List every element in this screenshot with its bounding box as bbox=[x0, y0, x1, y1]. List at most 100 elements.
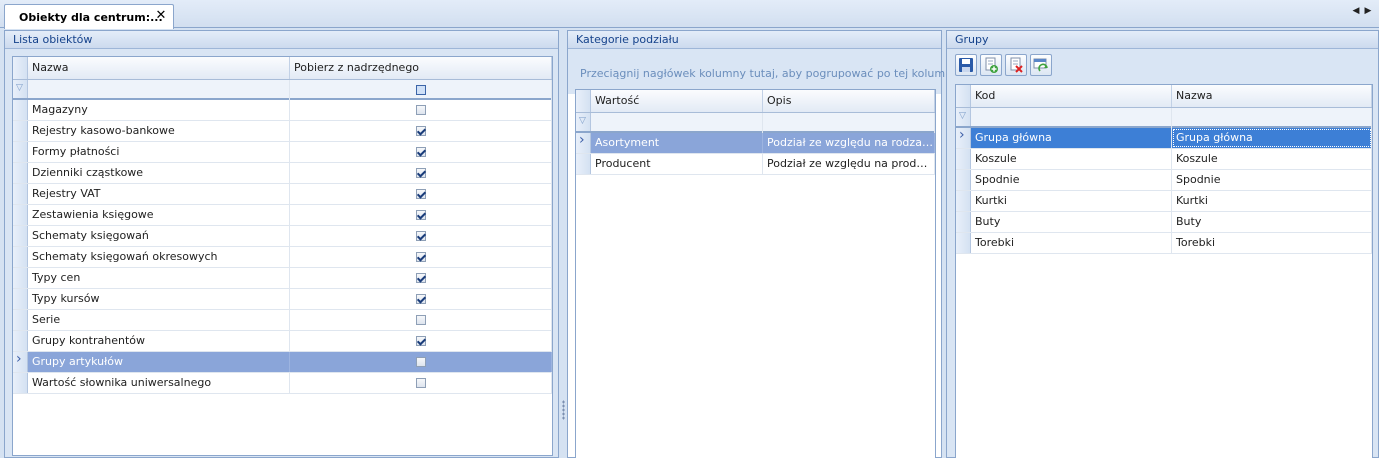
filter-icon[interactable]: ▽ bbox=[959, 111, 966, 121]
pobierz-checkbox[interactable] bbox=[415, 105, 426, 115]
pobierz-checkbox[interactable] bbox=[415, 126, 426, 136]
object-name-cell[interactable]: Zestawienia księgowe bbox=[28, 205, 290, 225]
group-nazwa-cell[interactable]: Kurtki bbox=[1172, 191, 1372, 211]
object-name-cell[interactable]: Formy płatności bbox=[28, 142, 290, 162]
column-header-nazwa[interactable]: Nazwa bbox=[1172, 85, 1372, 107]
pobierz-checkbox[interactable] bbox=[415, 252, 426, 262]
row-indicator[interactable]: › bbox=[576, 133, 591, 153]
group-nazwa-cell[interactable]: Koszule bbox=[1172, 149, 1372, 169]
group-kod-cell[interactable]: Kurtki bbox=[971, 191, 1172, 211]
pobierz-cell[interactable] bbox=[290, 247, 552, 267]
object-name-cell[interactable]: Grupy artykułów bbox=[28, 352, 290, 372]
table-row[interactable]: Torebki Torebki bbox=[956, 233, 1372, 254]
row-indicator[interactable] bbox=[956, 212, 971, 232]
pobierz-checkbox[interactable] bbox=[415, 147, 426, 157]
table-row[interactable]: Spodnie Spodnie bbox=[956, 170, 1372, 191]
row-indicator[interactable]: › bbox=[956, 128, 971, 148]
pobierz-cell[interactable] bbox=[290, 373, 552, 393]
group-kod-cell[interactable]: Spodnie bbox=[971, 170, 1172, 190]
table-row[interactable]: › Grupa główna Grupa główna bbox=[956, 128, 1372, 149]
document-tab[interactable]: Obiekty dla centrum:... ✕ bbox=[4, 4, 174, 29]
group-kod-cell[interactable]: Grupa główna bbox=[971, 128, 1172, 148]
row-indicator[interactable] bbox=[13, 163, 28, 183]
pobierz-cell[interactable] bbox=[290, 142, 552, 162]
pobierz-checkbox[interactable] bbox=[415, 231, 426, 241]
pobierz-cell[interactable] bbox=[290, 352, 552, 372]
object-name-cell[interactable]: Typy cen bbox=[28, 268, 290, 288]
pobierz-cell[interactable] bbox=[290, 310, 552, 330]
close-icon[interactable]: ✕ bbox=[154, 8, 168, 24]
pobierz-cell[interactable] bbox=[290, 184, 552, 204]
table-row[interactable]: Grupy kontrahentów bbox=[13, 331, 552, 352]
object-name-cell[interactable]: Rejestry VAT bbox=[28, 184, 290, 204]
table-row[interactable]: Dzienniki cząstkowe bbox=[13, 163, 552, 184]
filter-cell-pobierz[interactable] bbox=[290, 80, 552, 100]
row-indicator[interactable] bbox=[956, 191, 971, 211]
row-indicator[interactable] bbox=[956, 149, 971, 169]
object-name-cell[interactable]: Wartość słownika uniwersalnego bbox=[28, 373, 290, 393]
pobierz-cell[interactable] bbox=[290, 289, 552, 309]
table-row[interactable]: Magazyny bbox=[13, 100, 552, 121]
table-row[interactable]: Buty Buty bbox=[956, 212, 1372, 233]
group-nazwa-cell[interactable]: Spodnie bbox=[1172, 170, 1372, 190]
pobierz-checkbox[interactable] bbox=[415, 294, 426, 304]
row-indicator[interactable] bbox=[13, 184, 28, 204]
table-row[interactable]: Kurtki Kurtki bbox=[956, 191, 1372, 212]
column-header-nazwa[interactable]: Nazwa bbox=[28, 57, 290, 79]
row-indicator[interactable] bbox=[956, 233, 971, 253]
pobierz-checkbox[interactable] bbox=[415, 210, 426, 220]
table-row[interactable]: Koszule Koszule bbox=[956, 149, 1372, 170]
table-row[interactable]: Zestawienia księgowe bbox=[13, 205, 552, 226]
object-name-cell[interactable]: Schematy księgowań okresowych bbox=[28, 247, 290, 267]
group-nazwa-cell[interactable]: Buty bbox=[1172, 212, 1372, 232]
object-name-cell[interactable]: Typy kursów bbox=[28, 289, 290, 309]
refresh-button[interactable] bbox=[1030, 54, 1052, 76]
table-row[interactable]: Producent Podział ze względu na producen.… bbox=[576, 154, 935, 175]
scroll-left-icon[interactable]: ◀ bbox=[1351, 6, 1361, 16]
table-row[interactable]: Typy cen bbox=[13, 268, 552, 289]
category-desc-cell[interactable]: Podział ze względu na rodzaj ar... bbox=[763, 133, 935, 153]
group-kod-cell[interactable]: Torebki bbox=[971, 233, 1172, 253]
pobierz-checkbox[interactable] bbox=[415, 315, 426, 325]
group-kod-cell[interactable]: Buty bbox=[971, 212, 1172, 232]
category-desc-cell[interactable]: Podział ze względu na producen... bbox=[763, 154, 935, 174]
pobierz-cell[interactable] bbox=[290, 121, 552, 141]
object-name-cell[interactable]: Dzienniki cząstkowe bbox=[28, 163, 290, 183]
table-row[interactable]: Schematy księgowań okresowych bbox=[13, 247, 552, 268]
pobierz-checkbox[interactable] bbox=[415, 273, 426, 283]
row-indicator[interactable] bbox=[13, 205, 28, 225]
group-kod-cell[interactable]: Koszule bbox=[971, 149, 1172, 169]
filter-icon[interactable]: ▽ bbox=[579, 116, 586, 126]
row-indicator[interactable] bbox=[13, 142, 28, 162]
pobierz-checkbox[interactable] bbox=[415, 168, 426, 178]
row-indicator[interactable] bbox=[576, 154, 591, 174]
row-indicator[interactable] bbox=[13, 226, 28, 246]
row-indicator[interactable] bbox=[13, 121, 28, 141]
filter-cell-nazwa[interactable] bbox=[1172, 108, 1372, 128]
add-button[interactable] bbox=[980, 54, 1002, 76]
table-row[interactable]: Rejestry kasowo-bankowe bbox=[13, 121, 552, 142]
filter-cell-wartosc[interactable] bbox=[591, 113, 763, 133]
row-indicator[interactable] bbox=[13, 100, 28, 120]
row-indicator[interactable] bbox=[13, 268, 28, 288]
row-indicator[interactable] bbox=[13, 373, 28, 393]
table-row[interactable]: Wartość słownika uniwersalnego bbox=[13, 373, 552, 394]
row-indicator[interactable]: › bbox=[13, 352, 28, 372]
pobierz-cell[interactable] bbox=[290, 268, 552, 288]
filter-cell-opis[interactable] bbox=[763, 113, 935, 133]
category-value-cell[interactable]: Producent bbox=[591, 154, 763, 174]
pobierz-cell[interactable] bbox=[290, 331, 552, 351]
group-nazwa-cell[interactable]: Torebki bbox=[1172, 233, 1372, 253]
object-name-cell[interactable]: Magazyny bbox=[28, 100, 290, 120]
group-nazwa-cell[interactable]: Grupa główna bbox=[1172, 128, 1372, 148]
pobierz-cell[interactable] bbox=[290, 226, 552, 246]
filter-cell-kod[interactable] bbox=[971, 108, 1172, 128]
table-row[interactable]: Serie bbox=[13, 310, 552, 331]
table-row[interactable]: Typy kursów bbox=[13, 289, 552, 310]
row-indicator[interactable] bbox=[956, 170, 971, 190]
filter-cell-nazwa[interactable] bbox=[28, 80, 290, 100]
delete-button[interactable] bbox=[1005, 54, 1027, 76]
pobierz-cell[interactable] bbox=[290, 100, 552, 120]
column-header-wartosc[interactable]: Wartość bbox=[591, 90, 763, 112]
pobierz-checkbox[interactable] bbox=[415, 357, 426, 367]
